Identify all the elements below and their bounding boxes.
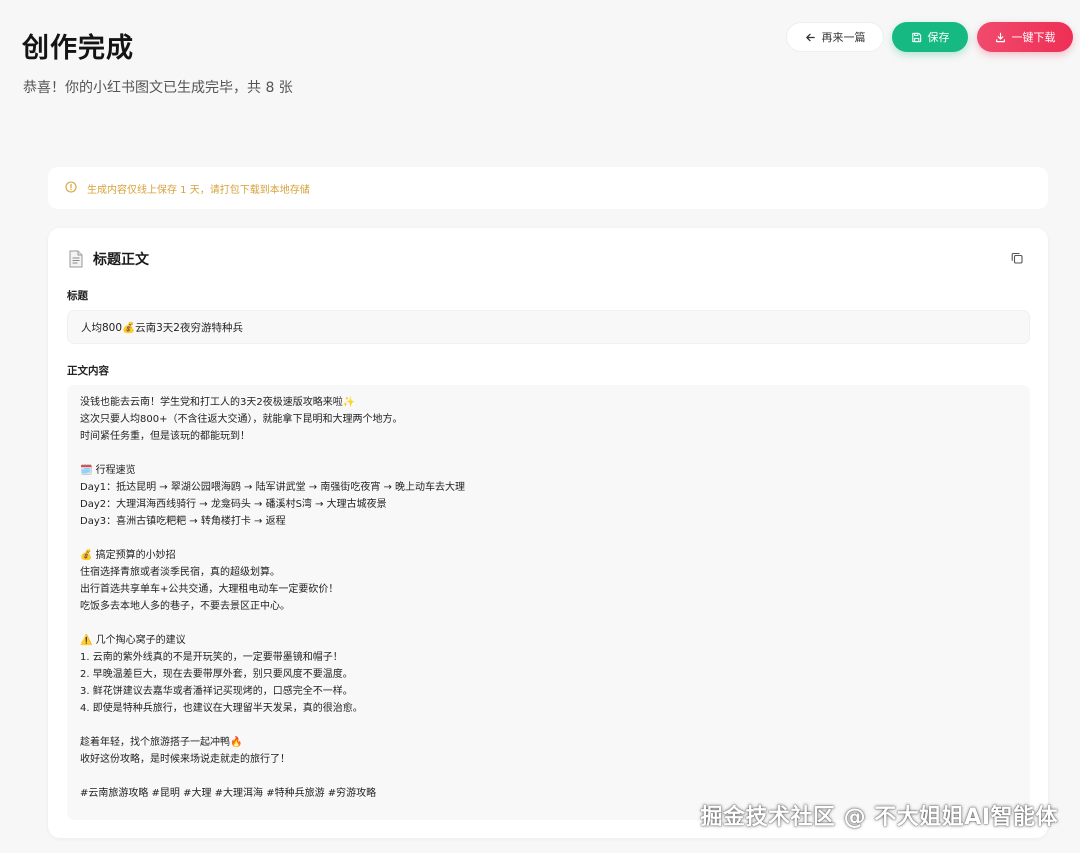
body-line: 趁着年轻，找个旅游搭子一起冲鸭🔥	[80, 737, 243, 748]
body-line: 出行首选共享单车+公共交通，大理租电动车一定要砍价！	[80, 584, 339, 595]
body-line: Day3：喜洲古镇吃粑粑 → 转角楼打卡 → 返程	[80, 516, 286, 527]
title-field[interactable]: 人均800💰云南3天2夜穷游特种兵	[67, 310, 1030, 344]
body-line: 住宿选择青旅或者淡季民宿，真的超级划算。	[80, 567, 280, 578]
body-line: 💰 搞定预算的小妙招	[80, 550, 176, 561]
body-line: 2. 早晚温差巨大，现在去要带厚外套，别只要风度不要温度。	[80, 669, 353, 680]
body-field-label: 正文内容	[67, 365, 109, 377]
body-line: 时间紧任务重，但是该玩的都能玩到！	[80, 431, 250, 442]
info-circle-icon	[65, 180, 77, 196]
body-line: 1. 云南的紫外线真的不是开玩笑的，一定要带墨镜和帽子！	[80, 652, 343, 663]
body-blank-line	[80, 615, 1017, 632]
body-blank-line	[80, 530, 1017, 547]
save-button[interactable]: 保存	[892, 22, 968, 52]
back-button[interactable]: 再来一篇	[786, 22, 884, 52]
floppy-disk-icon	[911, 32, 922, 43]
body-blank-line	[80, 717, 1017, 734]
body-blank-line	[80, 445, 1017, 462]
title-field-label: 标题	[67, 290, 88, 302]
copy-button[interactable]	[1010, 251, 1024, 265]
body-line: Day2：大理洱海西线骑行 → 龙龛码头 → 磻溪村S湾 → 大理古城夜景	[80, 499, 387, 510]
download-button[interactable]: 一键下载	[977, 22, 1073, 52]
save-button-label: 保存	[927, 31, 950, 44]
download-icon	[995, 32, 1006, 43]
page-title: 创作完成	[22, 33, 134, 64]
body-line: 4. 即使是特种兵旅行，也建议在大理留半天发呆，真的很治愈。	[80, 703, 363, 714]
body-line: 吃饭多去本地人多的巷子，不要去景区正中心。	[80, 601, 290, 612]
body-line: 这次只要人均800+（不含往返大交通），就能拿下昆明和大理两个地方。	[80, 414, 403, 425]
storage-notice: 生成内容仅线上保存 1 天，请打包下载到本地存储	[48, 167, 1048, 209]
body-line: Day1：抵达昆明 → 翠湖公园喂海鸥 → 陆军讲武堂 → 南强街吃夜宵 → 晚…	[80, 482, 466, 493]
page-subtitle: 恭喜！你的小红书图文已生成完毕，共 8 张	[23, 80, 293, 96]
download-button-label: 一键下载	[1011, 31, 1056, 44]
body-line: 收好这份攻略，是时候来场说走就走的旅行了！	[80, 754, 290, 765]
body-line: 3. 鲜花饼建议去嘉华或者潘祥记买现烤的，口感完全不一样。	[80, 686, 353, 697]
copy-icon	[1010, 251, 1024, 265]
document-icon	[68, 250, 84, 268]
body-line: ⚠️ 几个掏心窝子的建议	[80, 635, 186, 646]
card-title: 标题正文	[93, 252, 149, 268]
watermark-text: 掘金技术社区 @ 不大姐姐AI智能体	[700, 805, 1058, 830]
body-textarea[interactable]: 没钱也能去云南！学生党和打工人的3天2夜极速版攻略来啦✨ 这次只要人均800+（不…	[67, 385, 1030, 820]
back-button-label: 再来一篇	[821, 31, 866, 44]
card-header: 标题正文	[68, 249, 149, 269]
notice-text: 生成内容仅线上保存 1 天，请打包下载到本地存储	[87, 184, 310, 196]
content-card: 标题正文 标题 人均800💰云南3天2夜穷游特种兵 正文内容 没钱也能去云南！学…	[48, 228, 1048, 838]
body-line: 🗓️ 行程速览	[80, 465, 136, 476]
body-line: 没钱也能去云南！学生党和打工人的3天2夜极速版攻略来啦✨	[80, 397, 356, 408]
body-blank-line	[80, 768, 1017, 785]
arrow-left-icon	[805, 32, 816, 43]
